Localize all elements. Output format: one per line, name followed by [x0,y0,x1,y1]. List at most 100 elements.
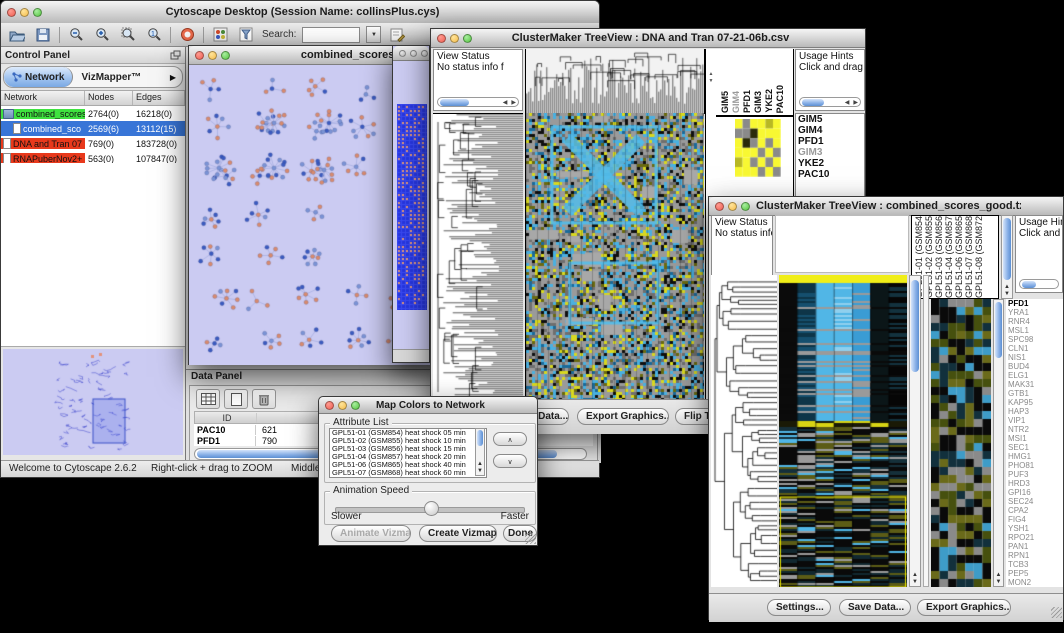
gene-list-item[interactable]: RPO21 [1006,533,1063,542]
gene-label[interactable]: YKE2 [764,89,774,113]
matrix-view-titlebar[interactable] [393,46,429,61]
help-button[interactable] [177,26,197,44]
table-row[interactable]: DNA and Tran 07 769(0) 183728(0) [1,136,185,151]
minimize-icon[interactable] [338,401,347,410]
gene-list-item[interactable]: SEC1 [1006,443,1063,452]
tab-vizmapper[interactable]: VizMapper™ [73,67,149,87]
attribute-select-button[interactable] [196,389,220,409]
labels-scrollbar[interactable]: ▲▼ [1001,215,1013,299]
filter-button[interactable] [236,26,256,44]
gene-list-item[interactable]: GIM3 [796,147,864,158]
scroll-down-icon[interactable]: ▼ [477,468,483,475]
gene-list-item[interactable]: HRD3 [1006,479,1063,488]
close-icon[interactable] [7,8,16,17]
scroll-left-icon[interactable]: ◀ [501,99,510,106]
treeview1-titlebar[interactable]: ClusterMaker TreeView : DNA and Tran 07-… [431,29,865,48]
gene-list-item[interactable]: SEC24 [1006,497,1063,506]
gene-list-item[interactable]: GIM5 [796,114,864,125]
minimize-icon[interactable] [410,50,417,57]
gene-list-item[interactable]: YKE2 [796,158,864,169]
gene-list-item[interactable]: MON2 [1006,578,1063,587]
close-icon[interactable] [399,50,406,57]
array-label[interactable]: GPL51-08 (GSM872) [974,215,984,298]
move-down-button[interactable]: ∨ [493,454,527,468]
zoom-fit-button[interactable]: 1 [144,26,164,44]
table-row[interactable]: combined_sco 2569(6) 13112(15) [1,121,185,136]
create-vizmap-button[interactable]: Create Vizmap [419,525,497,542]
gene-list-item[interactable]: RNR4 [1006,317,1063,326]
zoom-heatmap-canvas[interactable] [931,299,991,587]
new-attribute-button[interactable] [224,389,248,409]
search-dropdown-button[interactable]: ▼ [366,26,381,43]
close-icon[interactable] [325,401,334,410]
resize-grip[interactable] [1051,607,1062,618]
minimize-icon[interactable] [450,34,459,43]
panel-scrollbar[interactable] [1019,279,1059,289]
treeview-button[interactable]: Settings... [767,599,831,616]
gene-list-item[interactable]: TCB3 [1006,560,1063,569]
array-label[interactable]: GPL51-03 (GSM856) [934,215,944,298]
close-icon[interactable] [195,51,204,60]
heatmap-canvas[interactable] [525,113,704,399]
gene-label[interactable]: PAC10 [775,85,785,113]
gene-list-item[interactable]: CLN1 [1006,344,1063,353]
scroll-up-icon[interactable]: ▲ [1004,284,1010,291]
close-icon[interactable] [437,34,446,43]
scroll-down-icon[interactable]: ▼ [912,579,918,586]
scroll-right-icon[interactable]: ▶ [851,99,860,106]
gene-list-item[interactable]: GTB1 [1006,389,1063,398]
gene-list-item[interactable]: PAN1 [1006,542,1063,551]
treeview2-titlebar[interactable]: ClusterMaker TreeView : combined_scores_… [709,197,1063,216]
column-header-id[interactable]: ID [195,413,257,423]
open-file-button[interactable] [7,26,27,44]
gene-list-item[interactable]: VIP1 [1006,416,1063,425]
gene-label[interactable]: PFD1 [742,90,752,113]
gene-list-item[interactable]: PFD1 [1006,299,1063,308]
attribute-item[interactable]: GPL51-07 (GSM868) heat shock 60 min [330,469,486,477]
similarity-matrix-canvas[interactable] [735,119,781,177]
column-dendrogram-canvas[interactable] [525,49,705,114]
gene-list-item[interactable]: ELG1 [1006,371,1063,380]
move-up-button[interactable]: ∧ [493,432,527,446]
maximize-icon[interactable] [463,34,472,43]
resize-grip[interactable] [525,533,536,544]
splitter-strip[interactable] [923,275,929,587]
scroll-up-icon[interactable]: ▲ [996,572,1002,579]
scroll-down-icon[interactable]: ▼ [709,78,714,84]
network-overview[interactable] [3,349,183,455]
minimize-icon[interactable] [208,51,217,60]
slider-thumb[interactable] [424,501,439,516]
panel-scrollbar[interactable]: ◀▶ [799,97,861,107]
array-label[interactable]: GPL51-06 (GSM865) [954,215,964,298]
gene-list-item[interactable]: KAP95 [1006,398,1063,407]
heatmap-canvas[interactable] [779,275,907,587]
gene-list-item[interactable]: PHO81 [1006,461,1063,470]
gene-list-item[interactable]: YSH1 [1006,524,1063,533]
row-dendrogram-canvas[interactable] [711,275,777,587]
gene-list-item[interactable]: HMG1 [1006,452,1063,461]
row-dendrogram-canvas[interactable] [433,113,523,400]
animate-vizmap-button[interactable]: Animate Vizmap [331,525,411,542]
treeview-button[interactable]: Export Graphics... [917,599,1011,616]
scroll-up-icon[interactable]: ▲ [709,71,714,77]
gene-list-item[interactable]: BUD4 [1006,362,1063,371]
maximize-icon[interactable] [741,202,750,211]
minimize-icon[interactable] [20,8,29,17]
panel-scrollbar[interactable]: ◀▶ [437,97,519,107]
heatmap-vscrollbar[interactable]: ▲▼ [909,275,921,587]
gene-list-item[interactable]: NIS1 [1006,353,1063,362]
main-titlebar[interactable]: Cytoscape Desktop (Session Name: collins… [1,1,599,24]
gene-list-item[interactable]: SPC98 [1006,335,1063,344]
scroll-right-icon[interactable]: ▶ [509,99,518,106]
gene-list-item[interactable]: YRA1 [1006,308,1063,317]
zoom-in-button[interactable] [92,26,112,44]
array-label[interactable]: GPL51-04 (GSM857) [944,215,954,298]
zoom-selected-button[interactable] [118,26,138,44]
scroll-up-icon[interactable]: ▲ [477,461,483,468]
gene-list-item[interactable]: PEP5 [1006,569,1063,578]
maximize-icon[interactable] [33,8,42,17]
delete-attribute-button[interactable] [252,389,276,409]
close-icon[interactable] [715,202,724,211]
maximize-icon[interactable] [421,50,428,57]
gene-list-item[interactable]: GPI16 [1006,488,1063,497]
